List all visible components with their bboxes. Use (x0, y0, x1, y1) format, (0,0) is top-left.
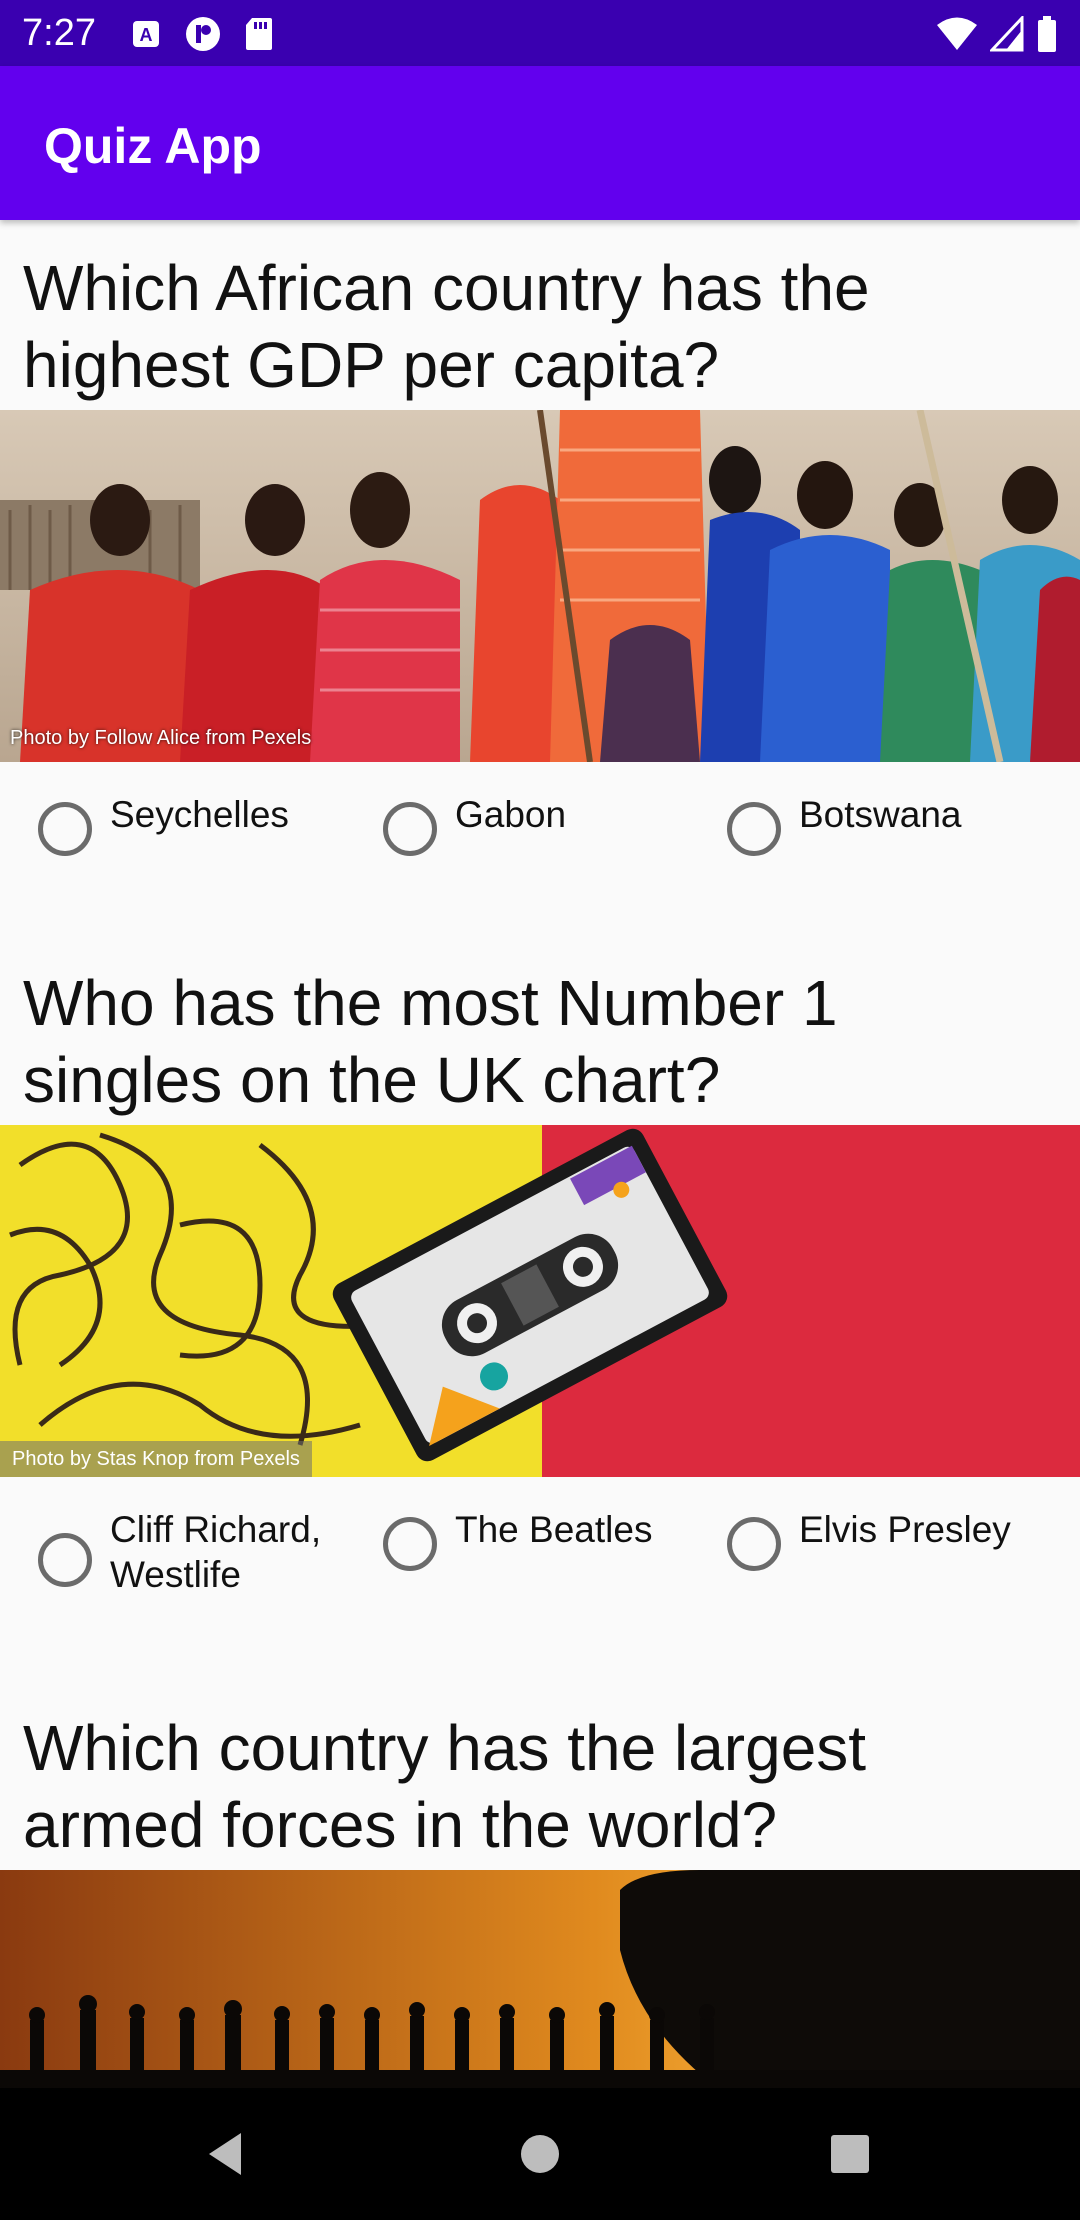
navigation-bar (0, 2088, 1080, 2220)
battery-icon (1038, 16, 1056, 52)
option-label: Elvis Presley (799, 1509, 1011, 1550)
option-botswana[interactable]: Botswana (689, 762, 1080, 862)
back-button[interactable] (160, 2088, 292, 2220)
radio-button[interactable] (727, 802, 781, 856)
option-seychelles[interactable]: Seychelles (0, 762, 344, 862)
question-card-1: Which African country has the highest GD… (0, 220, 1080, 920)
option-label: Gabon (455, 794, 567, 835)
status-time: 7:27 (22, 12, 96, 54)
option-label: Cliff Richard, Westlife (110, 1509, 322, 1595)
signal-icon (990, 16, 1024, 52)
radio-button[interactable] (383, 1517, 437, 1571)
a-icon: A (133, 21, 159, 47)
quiz-list[interactable]: Which African country has the highest GD… (0, 220, 1080, 2088)
svg-text:A: A (140, 25, 153, 45)
status-notification-icons: A (130, 14, 274, 54)
answer-options: Seychelles Gabon Botswana (0, 762, 1080, 882)
option-elvis-presley[interactable]: Elvis Presley (689, 1477, 1080, 1577)
back-icon (209, 2133, 241, 2175)
option-gabon[interactable]: Gabon (345, 762, 689, 862)
question-card-3: Which country has the largest armed forc… (0, 1680, 1080, 2088)
sd-card-icon (246, 18, 272, 50)
soldiers-silhouette-photo (0, 1870, 1080, 2088)
question-image (0, 1870, 1080, 2088)
photo-credit: Photo by Follow Alice from Pexels (10, 727, 312, 749)
option-label: Seychelles (110, 794, 289, 835)
recents-icon (831, 2135, 869, 2173)
radio-button[interactable] (38, 802, 92, 856)
status-bar: 7:27 A (0, 0, 1080, 66)
option-cliff-richard-westlife[interactable]: Cliff Richard, Westlife (0, 1477, 344, 1595)
recents-button[interactable] (784, 2088, 916, 2220)
option-label: Botswana (799, 794, 962, 835)
photo-credit: Photo by Stas Knop from Pexels (0, 1441, 312, 1477)
home-button[interactable] (474, 2088, 606, 2220)
answer-options: Cliff Richard, Westlife The Beatles Elvi… (0, 1477, 1080, 1597)
option-label: The Beatles (455, 1509, 653, 1550)
question-image: Photo by Follow Alice from Pexels (0, 410, 1080, 762)
question-card-2: Who has the most Number 1 singles on the… (0, 935, 1080, 1665)
app-bar: Quiz App (0, 66, 1080, 220)
question-image: Photo by Stas Knop from Pexels (0, 1125, 1080, 1477)
option-the-beatles[interactable]: The Beatles (345, 1477, 689, 1577)
question-text: Which African country has the highest GD… (23, 252, 870, 401)
radio-button[interactable] (383, 802, 437, 856)
app-title: Quiz App (44, 118, 262, 174)
question-text: Who has the most Number 1 singles on the… (23, 967, 838, 1116)
cassette-tape-photo (0, 1125, 1080, 1477)
circle-r-icon (186, 17, 220, 51)
status-system-icons (936, 14, 1058, 54)
question-text: Which country has the largest armed forc… (23, 1712, 867, 1861)
maasai-people-photo (0, 410, 1080, 762)
radio-button[interactable] (727, 1517, 781, 1571)
home-icon (521, 2135, 559, 2173)
wifi-icon (937, 17, 977, 50)
radio-button[interactable] (38, 1533, 92, 1587)
